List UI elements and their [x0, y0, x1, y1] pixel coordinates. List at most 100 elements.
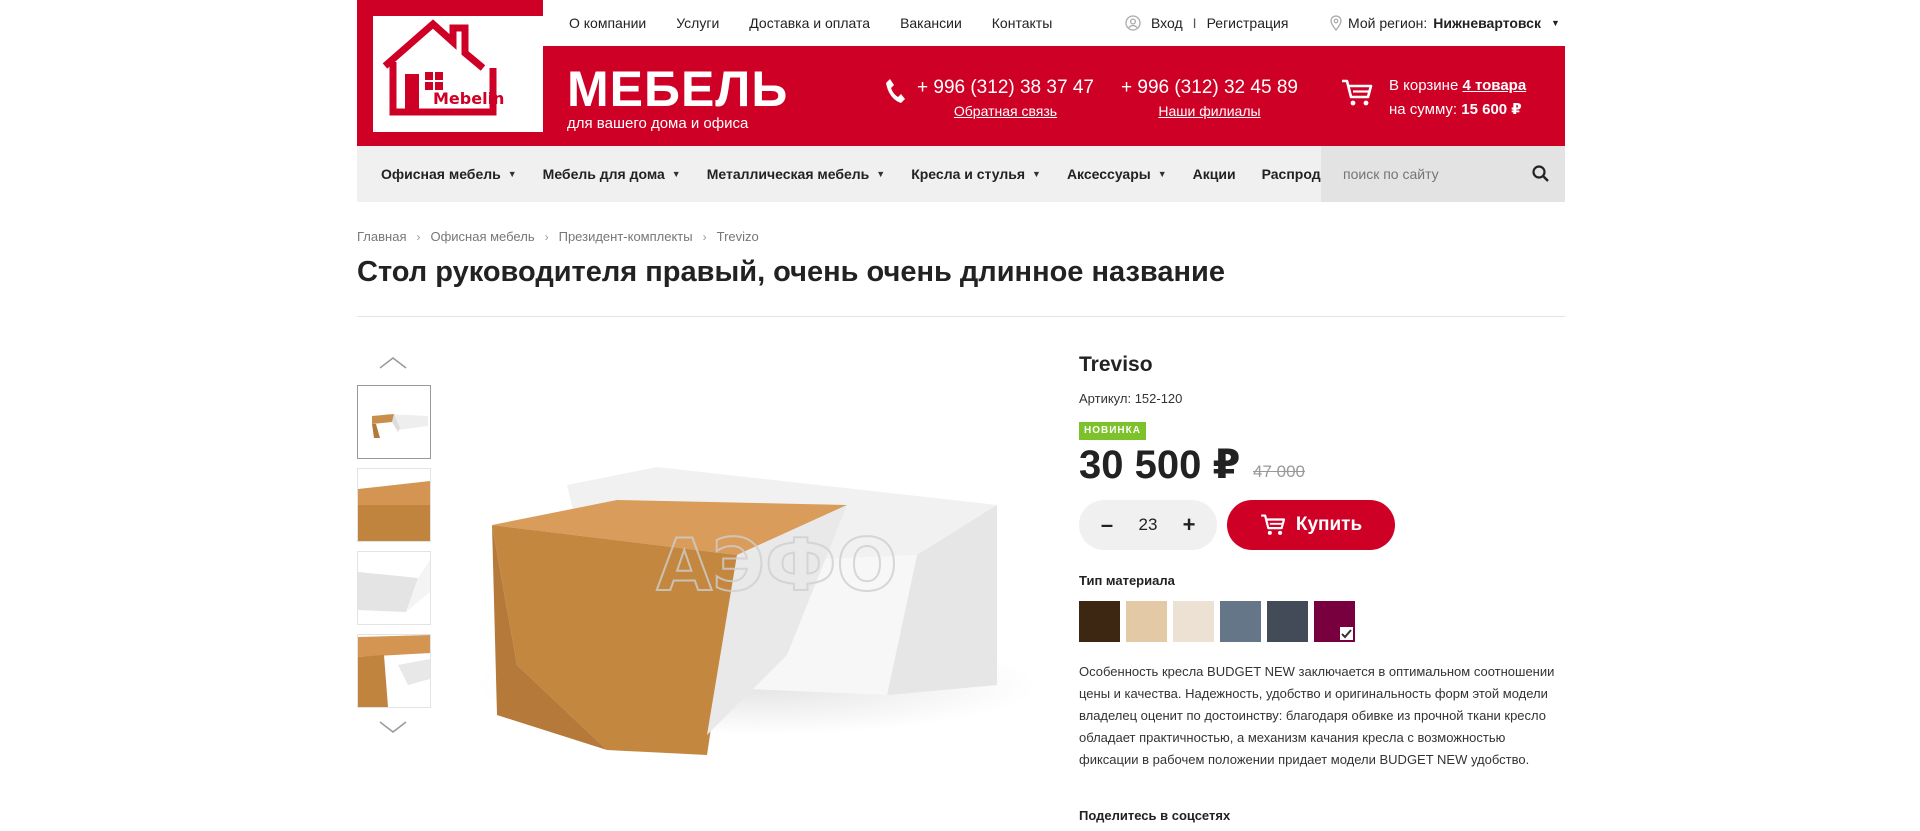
menu-label: Кресла и стулья — [911, 166, 1026, 182]
topnav-services[interactable]: Услуги — [676, 15, 719, 31]
brand-subtitle: для вашего дома и офиса — [567, 115, 749, 132]
breadcrumb: Главная › Офисная мебель › Президент-ком… — [357, 229, 759, 244]
register-link[interactable]: Регистрация — [1207, 15, 1289, 31]
feedback-link[interactable]: Обратная связь — [917, 102, 1094, 120]
cart-line1: В корзине — [1389, 77, 1459, 94]
top-nav: О компании Услуги Доставка и оплата Вака… — [569, 0, 1052, 46]
chevron-right-icon: › — [416, 229, 421, 244]
page-title: Стол руководителя правый, очень очень дл… — [357, 256, 1225, 288]
menu-label: Офисная мебель — [381, 166, 501, 182]
menu-chairs[interactable]: Кресла и стулья ▼ — [911, 166, 1041, 182]
product-name: Treviso — [1079, 353, 1153, 376]
material-swatch-4[interactable] — [1220, 601, 1261, 642]
material-swatch-3[interactable] — [1173, 601, 1214, 642]
cart-count-link[interactable]: 4 товара — [1462, 77, 1526, 94]
topnav-about[interactable]: О компании — [569, 15, 646, 31]
page: Mebelin О компании Услуги Доставка и опл… — [357, 0, 1565, 831]
thumb-image — [358, 469, 430, 541]
menu-office-furniture[interactable]: Офисная мебель ▼ — [381, 166, 517, 182]
minus-button[interactable]: – — [1097, 512, 1117, 538]
main-menu-bar: Офисная мебель ▼ Мебель для дома ▼ Металли… — [357, 146, 1565, 202]
chevron-right-icon: › — [702, 229, 707, 244]
gallery-thumb-4[interactable] — [357, 634, 431, 708]
region-value: Нижневартовск — [1433, 15, 1541, 31]
brand-title: МЕБЕЛЬ — [567, 61, 789, 117]
chevron-down-icon: ▼ — [1550, 18, 1560, 28]
material-swatch-6[interactable] — [1314, 601, 1355, 642]
logo-text: Mebelin — [433, 89, 504, 108]
menu-accessories[interactable]: Аксессуары ▼ — [1067, 166, 1167, 182]
menu-promotions[interactable]: Акции — [1193, 166, 1236, 182]
chevron-up-icon[interactable] — [377, 354, 409, 372]
phone-number-1[interactable]: + 996 (312) 38 37 47 — [917, 76, 1094, 100]
divider — [357, 316, 1565, 317]
region-selector[interactable]: Мой регион: Нижневартовск ▼ — [1330, 0, 1560, 46]
phone-icon — [886, 79, 905, 103]
buy-button[interactable]: Купить — [1227, 500, 1395, 550]
new-badge: НОВИНКА — [1079, 422, 1146, 440]
house-logo-icon: Mebelin — [382, 19, 504, 116]
auth-separator: I — [1192, 15, 1197, 31]
gallery-thumb-2[interactable] — [357, 468, 431, 542]
cart-summary[interactable]: В корзине 4 товара на сумму: 15 600 ₽ — [1389, 74, 1526, 122]
chevron-right-icon: › — [544, 229, 549, 244]
material-swatches — [1079, 601, 1355, 642]
menu-label: Металлическая мебель — [706, 166, 870, 182]
breadcrumb-president[interactable]: Президент-комплекты — [559, 229, 693, 244]
topnav-delivery[interactable]: Доставка и оплата — [749, 15, 870, 31]
material-label: Тип материала — [1079, 573, 1175, 588]
product-main-image[interactable]: АЭФО — [457, 355, 1037, 755]
menu-label: Мебель для дома — [542, 166, 665, 182]
phone-number-2[interactable]: + 996 (312) 32 45 89 — [1121, 76, 1298, 100]
thumb-image — [358, 635, 430, 707]
menu-label: Аксессуары — [1066, 166, 1151, 182]
search-icon[interactable] — [1531, 164, 1551, 184]
menu-label: Акции — [1192, 166, 1236, 182]
brand: МЕБЕЛЬ для вашего дома и офиса — [567, 62, 788, 132]
chevron-down-icon: ▼ — [671, 169, 681, 179]
cart-sum: 15 600 ₽ — [1461, 101, 1522, 118]
chevron-down-icon: ▼ — [876, 169, 886, 179]
material-swatch-5[interactable] — [1267, 601, 1308, 642]
logo[interactable]: Mebelin — [357, 0, 543, 146]
breadcrumb-home[interactable]: Главная — [357, 229, 406, 244]
material-swatch-1[interactable] — [1079, 601, 1120, 642]
cart-icon — [1261, 514, 1285, 535]
chevron-down-icon: ▼ — [1157, 169, 1167, 179]
chevron-down-icon: ▼ — [507, 169, 517, 179]
branches-link[interactable]: Наши филиалы — [1121, 102, 1298, 120]
location-pin-icon — [1330, 15, 1342, 31]
auth-links: Вход I Регистрация — [1125, 0, 1288, 46]
login-link[interactable]: Вход — [1151, 15, 1183, 31]
plus-button[interactable]: + — [1179, 512, 1199, 538]
product-sku: Артикул: 152-120 — [1079, 391, 1183, 406]
thumb-image — [372, 414, 428, 438]
product-description: Особенность кресла BUDGET NEW заключаетс… — [1079, 664, 1555, 767]
material-swatch-2[interactable] — [1126, 601, 1167, 642]
phone-block-1: + 996 (312) 38 37 47 Обратная связь — [917, 76, 1094, 120]
buy-label: Купить — [1295, 514, 1363, 535]
chevron-down-icon[interactable] — [377, 718, 409, 736]
topnav-contacts[interactable]: Контакты — [992, 15, 1052, 31]
menu-home-furniture[interactable]: Мебель для дома ▼ — [543, 166, 681, 182]
menu-metal-furniture[interactable]: Металлическая мебель ▼ — [707, 166, 885, 182]
checkmark-icon — [1340, 627, 1353, 640]
search-input[interactable] — [1321, 146, 1521, 202]
gallery-thumb-1[interactable] — [357, 385, 431, 459]
product-old-price: 47 000 — [1253, 462, 1305, 481]
user-icon — [1125, 15, 1141, 31]
gallery-thumb-3[interactable] — [357, 551, 431, 625]
quantity-stepper: – + — [1079, 500, 1217, 550]
share-label: Поделитесь в соцсетях — [1079, 808, 1231, 823]
main-menu: Офисная мебель ▼ Мебель для дома ▼ Металли… — [381, 146, 1372, 202]
product-price: 30 500 ₽ — [1079, 443, 1241, 487]
cart-icon[interactable] — [1341, 79, 1373, 107]
chevron-down-icon: ▼ — [1032, 169, 1041, 179]
watermark: АЭФО — [656, 523, 897, 607]
phone-block-2: + 996 (312) 32 45 89 Наши филиалы — [1121, 76, 1298, 120]
topnav-vacancies[interactable]: Вакансии — [900, 15, 962, 31]
quantity-input[interactable] — [1128, 515, 1168, 535]
thumb-image — [358, 552, 430, 624]
breadcrumb-office[interactable]: Офисная мебель — [430, 229, 534, 244]
search-box — [1321, 146, 1565, 202]
